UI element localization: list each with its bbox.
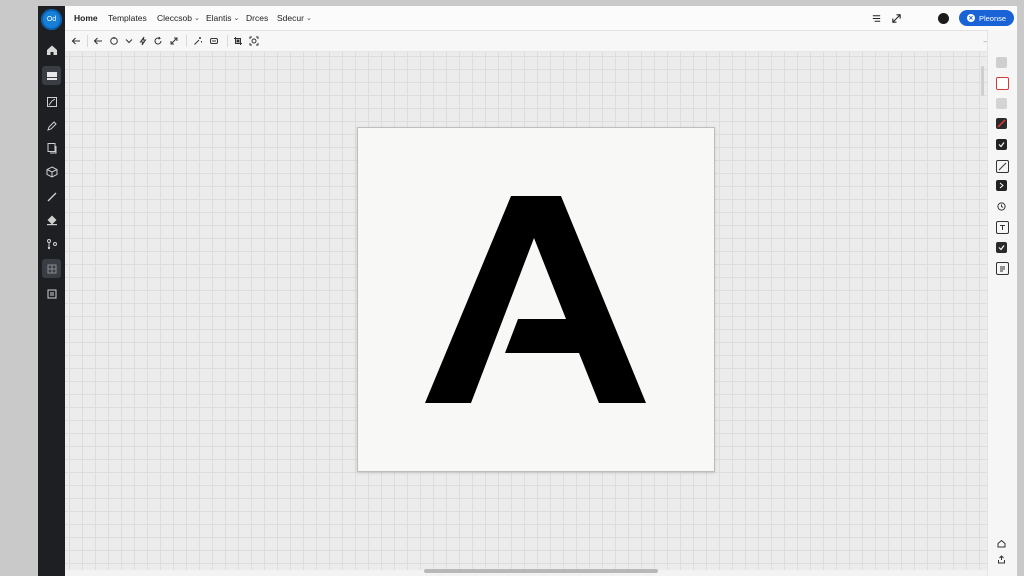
arrow-box-icon[interactable] — [996, 180, 1007, 191]
theme-toggle[interactable] — [938, 13, 949, 24]
fill-icon[interactable] — [42, 210, 61, 229]
list-icon[interactable] — [869, 11, 883, 25]
app-logo-text: Od — [46, 16, 57, 23]
menu-item-4[interactable]: Elantis ⌄ — [206, 6, 239, 30]
layout-icon[interactable] — [42, 66, 61, 85]
share-nodes-icon[interactable] — [42, 234, 61, 253]
menu-item-6[interactable]: Sdecur ⌄ — [277, 6, 312, 30]
layers-icon[interactable] — [996, 262, 1009, 275]
edit-toolbar: – — [65, 31, 1017, 52]
artboard[interactable] — [357, 127, 715, 472]
rotate-icon[interactable] — [107, 34, 121, 48]
clock-icon[interactable] — [996, 201, 1007, 212]
share-button-label: Pleonse — [978, 13, 1007, 23]
menu-item-4-label: Elantis — [206, 13, 232, 23]
document-icon[interactable] — [42, 284, 61, 303]
checkbox-icon[interactable] — [996, 139, 1007, 150]
vertical-scrollbar[interactable] — [981, 66, 984, 96]
left-sidebar: Od — [38, 6, 65, 576]
chevron-down-icon: ⌄ — [305, 15, 312, 22]
text-box-icon[interactable] — [996, 221, 1009, 234]
app-logo[interactable]: Od — [41, 9, 62, 30]
window-frame-right — [1017, 0, 1024, 576]
horizontal-scrollbar[interactable] — [424, 569, 658, 573]
brush-icon[interactable] — [42, 187, 61, 206]
mask-icon[interactable] — [207, 34, 221, 48]
top-menu-bar: Home Templates Cleccsob ⌄ Elantis ⌄ Drces … — [65, 6, 1017, 31]
menu-item-6-label: Sdecur — [277, 13, 304, 23]
menu-item-3[interactable]: Cleccsob ⌄ — [157, 6, 200, 30]
stroke-swatch-icon[interactable] — [996, 77, 1009, 90]
chevron-down-icon: ⌄ — [233, 15, 240, 22]
share-button[interactable]: ✕ Pleonse — [959, 10, 1014, 26]
magic-wand-icon[interactable] — [191, 34, 205, 48]
resize-icon[interactable] — [167, 34, 181, 48]
menu-item-3-label: Cleccsob — [157, 13, 192, 23]
home-icon[interactable] — [42, 40, 61, 59]
menu-item-5[interactable]: Drces — [246, 6, 268, 30]
right-tool-panel — [987, 30, 1017, 576]
color-picker-icon[interactable] — [996, 118, 1007, 129]
fill-swatch-icon[interactable] — [996, 57, 1007, 68]
design-canvas[interactable] — [65, 52, 987, 570]
checked-icon[interactable] — [996, 242, 1007, 253]
menu-templates-label: Templates — [108, 13, 147, 23]
close-icon: ✕ — [966, 14, 975, 22]
menu-templates[interactable]: Templates — [108, 6, 147, 30]
back-arrow-icon[interactable] — [69, 34, 83, 48]
menu-home-label: Home — [74, 13, 98, 23]
menu-item-5-label: Drces — [246, 13, 269, 23]
toolbar-divider — [87, 35, 88, 47]
lightning-icon[interactable] — [136, 34, 150, 48]
cube-icon[interactable] — [42, 162, 61, 181]
toolbar-divider — [227, 35, 228, 47]
crop-icon[interactable] — [231, 34, 245, 48]
window-frame-left — [0, 0, 38, 576]
toolbar-divider — [186, 35, 187, 47]
editor-app: Od Home Templates Cleccsob ⌄ Elantis ⌄ D… — [38, 6, 1017, 576]
letter-a-graphic[interactable] — [358, 128, 714, 471]
pages-icon[interactable] — [42, 138, 61, 157]
home-small-icon[interactable] — [996, 538, 1007, 549]
pen-icon[interactable] — [42, 116, 61, 135]
chevron-down-icon: ⌄ — [193, 15, 200, 22]
refresh-icon[interactable] — [151, 34, 165, 48]
menu-home[interactable]: Home — [74, 6, 98, 30]
image-icon[interactable] — [42, 92, 61, 111]
opacity-swatch-icon[interactable] — [996, 98, 1007, 109]
chevron-down-icon[interactable] — [122, 34, 136, 48]
share-small-icon[interactable] — [996, 554, 1007, 565]
letter-a-shape — [425, 196, 646, 403]
grid-icon[interactable] — [42, 259, 61, 278]
focus-icon[interactable] — [247, 34, 261, 48]
expand-icon[interactable] — [889, 11, 903, 25]
image-adjust-icon[interactable] — [996, 160, 1009, 173]
undo-arrow-icon[interactable] — [91, 34, 105, 48]
